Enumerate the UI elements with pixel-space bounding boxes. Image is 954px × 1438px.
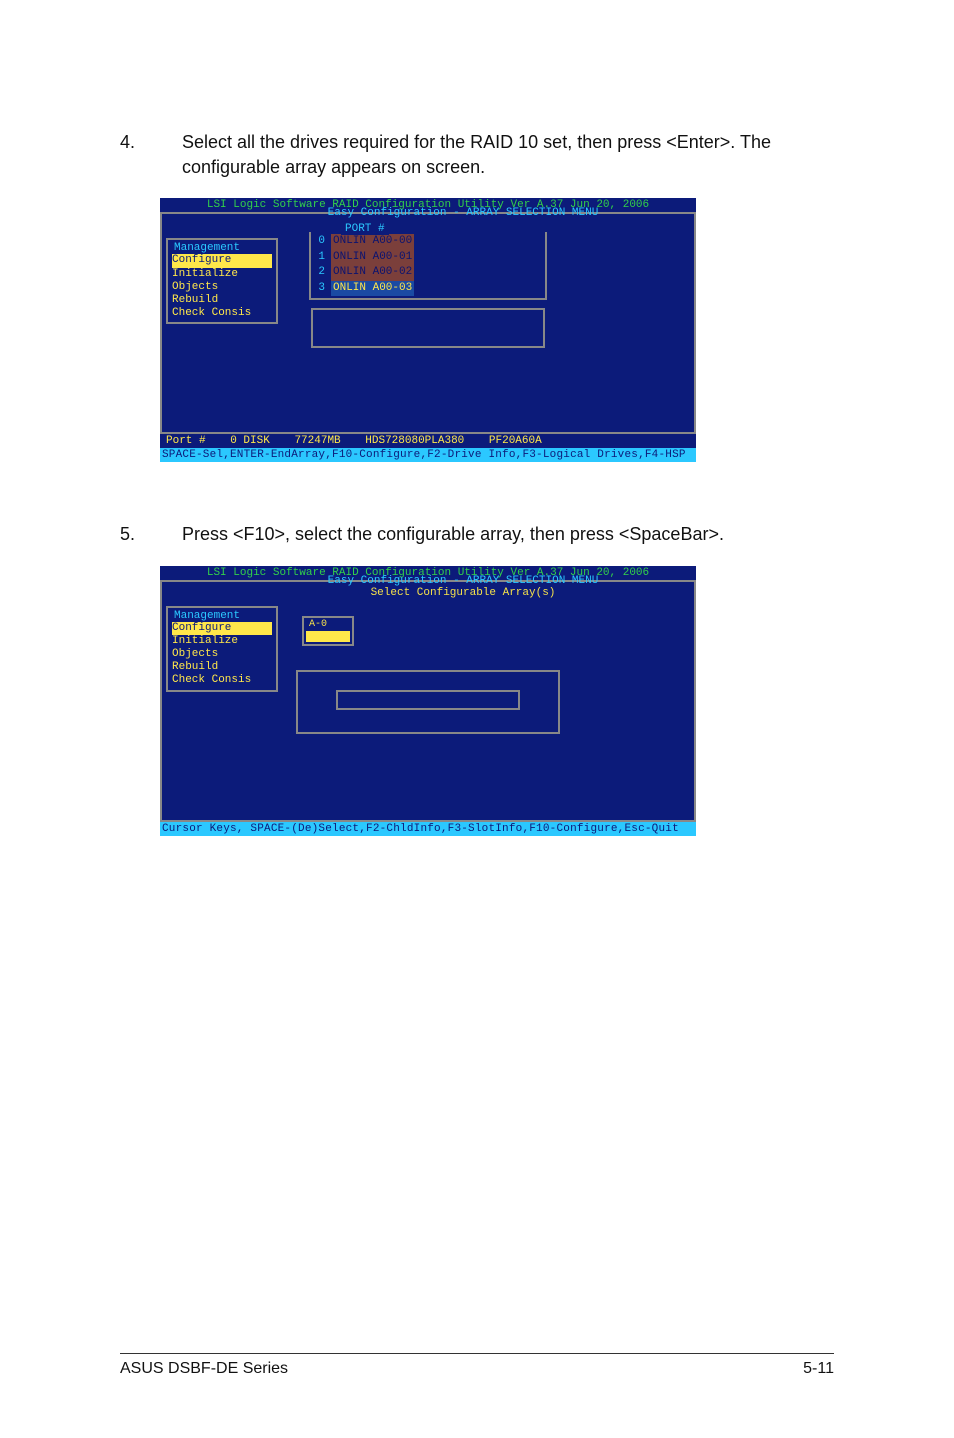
mgmt-check: Check Consis <box>172 307 272 320</box>
inset-box <box>296 670 560 734</box>
blank-box <box>311 308 545 348</box>
port-header: PORT # <box>341 223 389 235</box>
footer-left: ASUS DSBF-DE Series <box>120 1360 288 1378</box>
drive-row-1: 1 ONLIN A00-01 <box>313 250 543 265</box>
bios1-footer: SPACE-Sel,ENTER-EndArray,F10-Configure,F… <box>160 448 696 462</box>
drive-row-2: 2 ONLIN A00-02 <box>313 265 543 280</box>
step-4-text: Select all the drives required for the R… <box>182 130 834 180</box>
bios-screenshot-2: LSI Logic Software RAID Configuration Ut… <box>160 566 696 836</box>
footer-right: 5-11 <box>803 1360 834 1378</box>
step-5-text: Press <F10>, select the configurable arr… <box>182 522 834 547</box>
step-5: 5. Press <F10>, select the configurable … <box>120 522 834 547</box>
mgmt-objects: Objects <box>172 281 272 294</box>
array-label: A-0 <box>305 619 351 630</box>
drive-row-3: 3 ONLIN A00-03 <box>313 281 543 296</box>
bios2-section-sub: Select Configurable Array(s) <box>292 587 634 599</box>
mgmt-initialize: Initialize <box>172 268 272 281</box>
mgmt-rebuild: Rebuild <box>172 294 272 307</box>
mgmt2-configure: Configure <box>172 622 272 635</box>
mgmt2-initialize: Initialize <box>172 635 272 648</box>
management-menu: Management Configure Initialize Objects … <box>166 238 278 324</box>
drive-row-0: 0 ONLIN A00-00 <box>313 234 543 249</box>
management-title: Management <box>172 242 242 254</box>
bios2-section-top: Easy Configuration - ARRAY SELECTION MEN… <box>292 575 634 587</box>
inset-inner <box>336 690 520 710</box>
array-cell <box>306 631 350 642</box>
mgmt2-rebuild: Rebuild <box>172 661 272 674</box>
management-title-2: Management <box>172 610 242 622</box>
bios1-section: Easy Configuration - ARRAY SELECTION MEN… <box>292 207 634 219</box>
mgmt2-check: Check Consis <box>172 674 272 687</box>
mgmt-configure: Configure <box>172 254 272 267</box>
bios2-footer: Cursor Keys, SPACE-(De)Select,F2-ChldInf… <box>160 822 696 836</box>
bios1-status: Port # 0 DISK 77247MB HDS728080PLA380 PF… <box>160 434 696 448</box>
drive-list-box: PORT # 0 ONLIN A00-00 1 ONLIN A00-01 2 O… <box>309 232 547 300</box>
step-5-number: 5. <box>120 522 152 547</box>
mgmt2-objects: Objects <box>172 648 272 661</box>
page-footer: ASUS DSBF-DE Series 5-11 <box>120 1353 834 1378</box>
bios-screenshot-1: LSI Logic Software RAID Configuration Ut… <box>160 198 696 462</box>
step-4: 4. Select all the drives required for th… <box>120 130 834 180</box>
management-menu-2: Management Configure Initialize Objects … <box>166 606 278 692</box>
step-4-number: 4. <box>120 130 152 180</box>
array-select-box: A-0 <box>302 616 354 646</box>
